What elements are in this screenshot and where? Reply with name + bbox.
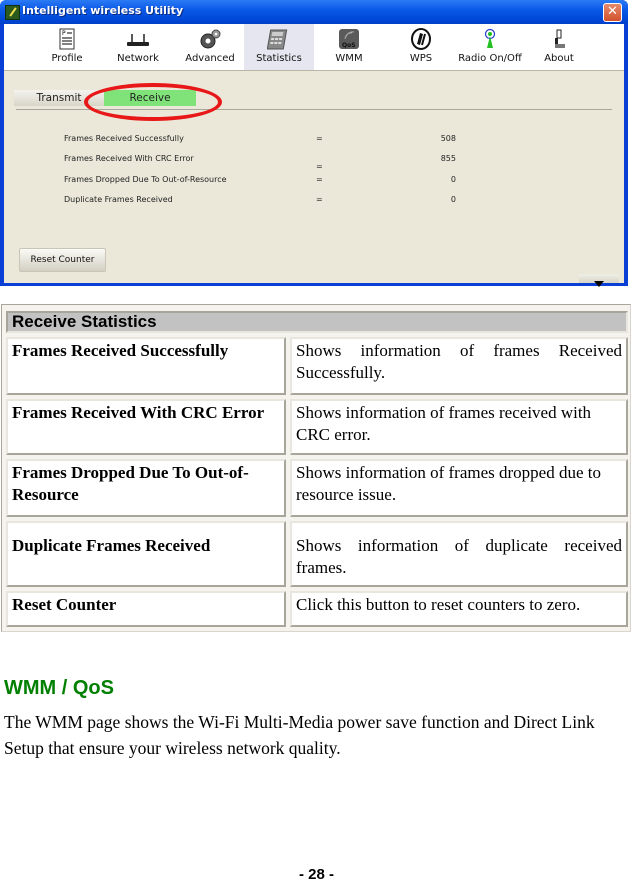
highlight-annotation [84,83,222,121]
table-term: Frames Received With CRC Error [6,399,286,455]
gears-icon [200,29,221,49]
stat-equals: = [316,134,323,143]
svg-text:QoS: QoS [342,42,356,49]
svg-text:P: P [62,30,66,37]
stat-label-received-successfully: Frames Received Successfully [64,134,184,143]
stat-label-crc-error: Frames Received With CRC Error [64,154,194,163]
close-icon: ✕ [607,4,618,19]
toolbar-radio-onoff[interactable]: Radio On/Off [452,24,528,70]
table-description: Shows information of frames Received Suc… [290,337,628,395]
toolbar-advanced[interactable]: Advanced [180,24,240,70]
window-client: P Profile Network Advanced Statistics Qo… [4,24,624,287]
table-term: Frames Received Successfully [6,337,286,395]
table-header: Receive Statistics [6,311,628,333]
stat-label-dropped: Frames Dropped Due To Out-of-Resource [64,175,227,184]
table-description: Shows information of frames received wit… [290,399,628,455]
stat-value-dropped: 0 [450,175,456,184]
calculator-icon [267,29,288,50]
table-term: Duplicate Frames Received [6,521,286,587]
table-term: Frames Dropped Due To Out-of-Resource [6,459,286,517]
stat-equals: = [316,162,323,171]
window-title: Intelligent wireless Utility [22,4,184,17]
table-description: Shows information of frames dropped due … [290,459,628,517]
table-description: Click this button to reset counters to z… [290,591,628,627]
toolbar-label: Radio On/Off [458,53,522,64]
scroll-down-button[interactable] [579,274,619,287]
utility-window: Intelligent wireless Utility ✕ P Profile [0,0,628,287]
toolbar-label: WMM [335,53,363,64]
toolbar-label: About [544,53,574,64]
toolbar-profile[interactable]: P Profile [40,24,94,70]
stat-value-duplicate: 0 [450,195,456,204]
toolbar-about[interactable]: About [536,24,582,70]
table-term: Reset Counter [6,591,286,627]
title-bar: Intelligent wireless Utility ✕ [0,0,628,24]
toolbar-label: Profile [51,53,83,64]
stat-label-duplicate: Duplicate Frames Received [64,195,173,204]
toolbar-label: Advanced [185,53,235,64]
toolbar-network[interactable]: Network [108,24,168,70]
stat-equals: = [316,175,323,184]
close-button[interactable]: ✕ [603,3,622,22]
scroll-down-icon [594,281,604,287]
receive-statistics-table: Receive Statistics Frames Received Succe… [1,304,631,632]
section-paragraph: The WMM page shows the Wi-Fi Multi-Media… [4,712,595,758]
network-router-icon [127,34,149,46]
stat-equals: = [316,195,323,204]
toolbar: P Profile Network Advanced Statistics Qo… [4,24,624,71]
stat-value-crc-error: 855 [440,154,456,163]
toolbar-label: WPS [409,53,433,64]
reset-counter-button[interactable]: Reset Counter [19,248,106,272]
toolbar-label: Statistics [256,53,302,64]
table-description: Shows information of duplicate received … [290,521,628,587]
toolbar-wps[interactable]: WPS [396,24,446,70]
radio-antenna-icon [484,28,496,48]
toolbar-statistics[interactable]: Statistics [244,24,314,70]
app-icon [5,5,20,20]
toolbar-wmm[interactable]: QoS WMM [322,24,376,70]
section-title: WMM / QoS [4,677,114,699]
toolbar-label: Network [117,53,159,64]
profile-icon: P [59,28,75,50]
wps-icon [411,28,431,50]
stat-value-received-successfully: 508 [440,134,456,143]
qos-icon: QoS [339,29,359,49]
page-number: - 28 - [298,866,334,883]
about-icon [555,29,565,48]
